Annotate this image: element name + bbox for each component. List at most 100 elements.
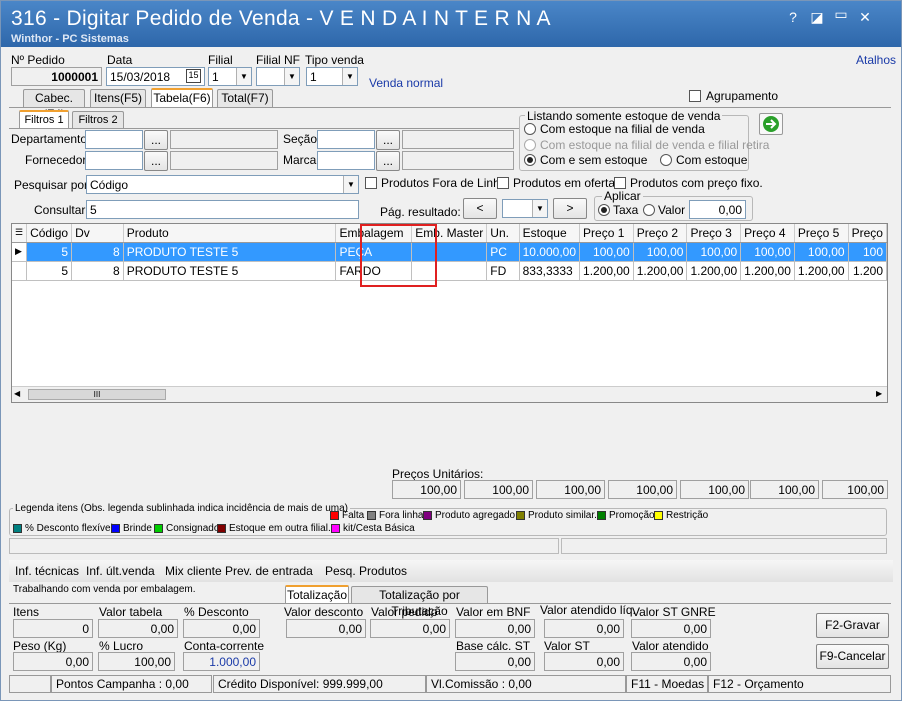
departamento-field[interactable] <box>85 130 143 149</box>
gravar-button[interactable]: F2-Gravar <box>816 613 889 638</box>
status-moedas[interactable]: F11 - Moedas <box>626 675 708 693</box>
color-swatch <box>154 523 163 533</box>
scroll-left-icon[interactable]: ◀ <box>14 389 20 398</box>
tab-totalizacao[interactable]: Totalização <box>285 585 349 604</box>
grid-menu-icon[interactable]: ☰ <box>12 224 28 243</box>
restore-icon[interactable]: ◪ <box>809 9 825 26</box>
col-preco-4[interactable]: Preço 4 <box>740 224 795 243</box>
conta-label: Conta-corrente <box>184 639 265 653</box>
prev-page-button[interactable]: < <box>463 198 497 219</box>
horizontal-scrollbar[interactable]: ◀ III ▶ <box>12 386 887 402</box>
valor-pedido-field: 0,00 <box>370 619 450 638</box>
calendar-icon[interactable]: 15 <box>186 69 201 83</box>
col-estoque[interactable]: Estoque <box>519 224 581 243</box>
cell-preco-6: 100 <box>848 242 887 262</box>
col-preco-2[interactable]: Preço 2 <box>633 224 688 243</box>
cancelar-button[interactable]: F9-Cancelar <box>816 644 889 669</box>
consultar-field[interactable]: 5 <box>86 200 359 219</box>
departamento-search-button[interactable]: ... <box>144 130 168 150</box>
chevron-down-icon: ▼ <box>284 68 299 85</box>
col-produto[interactable]: Produto <box>123 224 337 243</box>
close-button[interactable]: ✕ <box>857 9 873 26</box>
fora-linha-checkbox[interactable] <box>365 177 377 189</box>
tab-totalizacao-tributacao[interactable]: Totalização por Tributação <box>351 586 488 618</box>
table-row[interactable]: 5 8 PRODUTO TESTE 5 FARDO FD 833,3333 1.… <box>12 261 887 281</box>
status-pontos: Pontos Campanha : 0,00 <box>51 675 212 693</box>
marca-search-button[interactable]: ... <box>376 151 400 171</box>
link-pesq-produtos[interactable]: Pesq. Produtos <box>325 564 407 578</box>
tipo-description: Venda normal <box>369 76 444 90</box>
color-swatch <box>516 510 525 520</box>
legend-label: Promoção <box>609 510 655 521</box>
atalhos-link[interactable]: Atalhos <box>856 53 896 67</box>
pesquisar-select[interactable]: Código ▼ <box>86 175 359 194</box>
help-button[interactable]: ? <box>785 9 801 25</box>
tab-filtros-2[interactable]: Filtros 2 <box>72 111 124 129</box>
col-preco-3[interactable]: Preço 3 <box>686 224 742 243</box>
desconto-label: % Desconto <box>184 605 249 619</box>
data-label: Data <box>107 53 133 67</box>
estoque-filial-label: Com estoque na filial de venda <box>540 122 705 136</box>
secao-field[interactable] <box>317 130 375 149</box>
link-inf-ult-venda[interactable]: Inf. últ.venda <box>86 564 155 578</box>
valor-bnf-field: 0,00 <box>455 619 535 638</box>
link-mix-cliente[interactable]: Mix cliente <box>165 564 222 578</box>
secao-search-button[interactable]: ... <box>376 130 400 150</box>
legend-title: Legenda itens (Obs. legenda sublinhada i… <box>13 503 350 514</box>
filial-select[interactable]: 1 ▼ <box>208 67 252 86</box>
link-prev-entrada[interactable]: Prev. de entrada <box>225 564 313 578</box>
fornecedor-search-button[interactable]: ... <box>144 151 168 171</box>
lucro-label: % Lucro <box>99 639 144 653</box>
fornecedor-field[interactable] <box>85 151 143 170</box>
estoque-retira-radio[interactable] <box>524 139 536 151</box>
link-inf-tecnicas[interactable]: Inf. técnicas <box>15 564 79 578</box>
tipo-value: 1 <box>310 70 317 84</box>
next-page-button[interactable]: > <box>553 198 587 219</box>
tab-itens[interactable]: Itens(F5) <box>90 89 146 107</box>
legend-label: Estoque em outra filial. <box>229 523 331 534</box>
legend-label: kit/Cesta Básica <box>343 523 415 534</box>
highlight-box <box>360 224 437 287</box>
col-preco-5[interactable]: Preço 5 <box>794 224 849 243</box>
marca-field[interactable] <box>317 151 375 170</box>
subtabs-baseline <box>9 128 519 129</box>
aplicar-value-field[interactable]: 0,00 <box>689 200 746 219</box>
filialnf-select[interactable]: ▼ <box>256 67 300 86</box>
go-button[interactable] <box>759 113 783 135</box>
fornecedor-desc <box>170 151 278 170</box>
cell-produto: PRODUTO TESTE 5 <box>123 242 337 262</box>
status-blank <box>9 675 51 693</box>
maximize-button[interactable]: ▭ <box>833 6 849 23</box>
info-embalagem: Trabalhando com venda por embalagem. <box>13 584 196 595</box>
bottom-tabs-baseline <box>9 603 891 604</box>
tipo-select[interactable]: 1 ▼ <box>306 67 358 86</box>
valor-radio[interactable] <box>643 204 655 216</box>
col-un[interactable]: Un. <box>486 224 520 243</box>
row-indicator <box>12 261 28 281</box>
tab-total[interactable]: Total(F7) <box>217 89 273 107</box>
scroll-thumb[interactable]: III <box>28 389 166 400</box>
col-dv[interactable]: Dv <box>71 224 124 243</box>
scroll-right-icon[interactable]: ▶ <box>876 389 882 398</box>
oferta-checkbox[interactable] <box>497 177 509 189</box>
tab-filtros-1[interactable]: Filtros 1 <box>19 110 69 129</box>
page-select[interactable]: ▼ <box>502 199 548 218</box>
tab-tabela[interactable]: Tabela(F6) <box>151 88 213 107</box>
preco-fixo-checkbox[interactable] <box>614 177 626 189</box>
col-codigo[interactable]: Código <box>26 224 73 243</box>
status-orcamento[interactable]: F12 - Orçamento <box>708 675 891 693</box>
pag-resultado-label: Pág. resultado: <box>380 205 461 219</box>
tab-cabec[interactable]: Cabec.(F4) <box>23 89 85 121</box>
estoque-com-radio[interactable] <box>660 154 672 166</box>
legend-kit: kit/Cesta Básica <box>331 523 415 534</box>
col-preco-1[interactable]: Preço 1 <box>579 224 634 243</box>
estoque-filial-radio[interactable] <box>524 123 536 135</box>
col-preco-6[interactable]: Preço <box>848 224 887 243</box>
valor-tabela-field: 0,00 <box>98 619 178 638</box>
pesquisar-label: Pesquisar por <box>14 178 89 192</box>
table-row[interactable]: ▶ 5 8 PRODUTO TESTE 5 PEÇA PC 10.000,00 … <box>12 242 887 262</box>
taxa-radio[interactable] <box>598 204 610 216</box>
agrupamento-checkbox[interactable] <box>689 90 701 102</box>
valor-st-field: 0,00 <box>544 652 624 671</box>
estoque-com-sem-radio[interactable] <box>524 154 536 166</box>
